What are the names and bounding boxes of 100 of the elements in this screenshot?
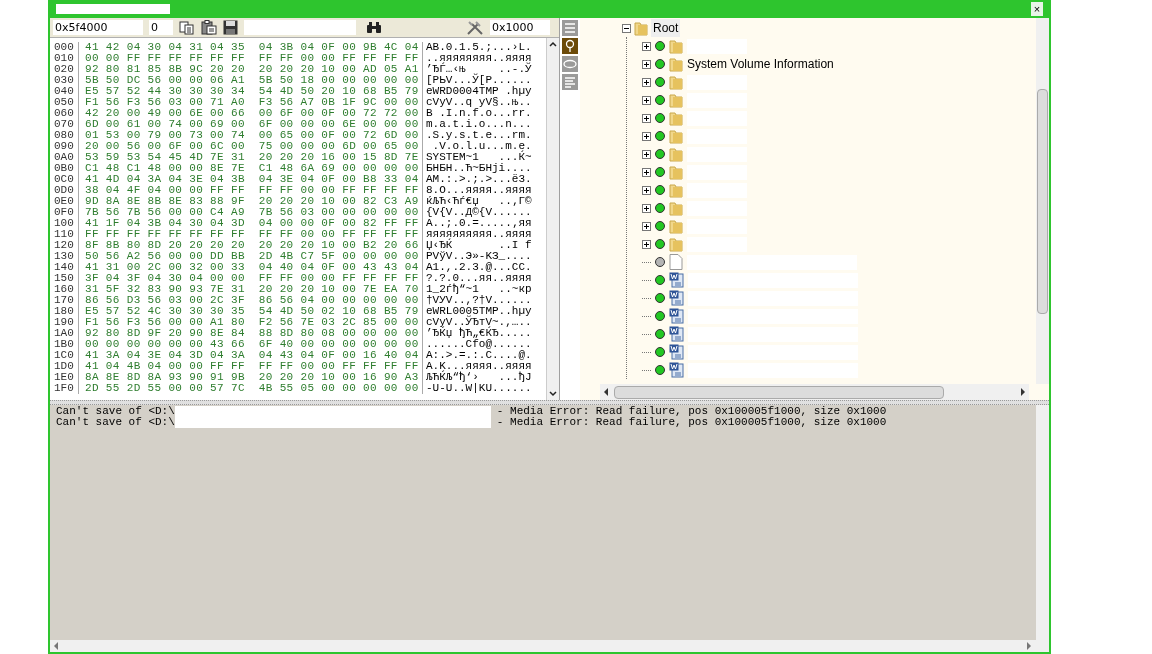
folder-icon	[669, 236, 683, 252]
expand-icon[interactable]	[642, 41, 651, 51]
row-offset: 170	[53, 295, 75, 306]
hex-bytes: 41 3A 04 3E 04 3D 04 3A 04 43 04 0F 00 16 40 04	[78, 350, 422, 361]
row-offset: 090	[53, 141, 75, 152]
vertical-scrollbar[interactable]	[1036, 18, 1049, 384]
ascii-text: ќЉЋ‹Ћѓ€џ ..‚Г©	[422, 196, 532, 207]
ascii-text: ......Cfo@......	[422, 339, 532, 350]
folder-icon	[669, 200, 683, 216]
expand-icon[interactable]	[642, 239, 651, 249]
hex-bytes: 6D 00 61 00 74 00 69 00 6F 00 00 00 6E 00 00 00	[78, 119, 422, 130]
collapse-icon[interactable]	[622, 23, 631, 33]
hex-bytes: 20 00 56 00 6F 00 6C 00 75 00 00 00 6D 00 65 00	[78, 141, 422, 152]
hex-bytes: 3F 04 3F 04 30 04 00 00 FF FF 00 00 FF FF FF FF	[78, 273, 422, 284]
ascii-text: Џ‹ЂЌ ..І f	[422, 240, 532, 251]
row-offset: 030	[53, 75, 75, 86]
row-offset: 060	[53, 108, 75, 119]
expand-icon[interactable]	[642, 185, 651, 195]
expand-icon[interactable]	[642, 59, 651, 69]
hex-bytes: F1 56 F3 56 03 00 71 A0 F3 56 A7 0B 1F 9C 00 00	[78, 97, 422, 108]
folder-icon	[634, 20, 648, 36]
hex-bytes: 01 53 00 79 00 73 00 74 00 65 00 0F 00 72 6D 00	[78, 130, 422, 141]
horizontal-scrollbar[interactable]	[600, 384, 1029, 400]
row-offset: 1F0	[53, 383, 75, 394]
expand-icon[interactable]	[642, 77, 651, 87]
tools-icon[interactable]	[466, 20, 484, 35]
row-offset: 0D0	[53, 185, 75, 196]
row-offset: 070	[53, 119, 75, 130]
expand-icon[interactable]	[642, 221, 651, 231]
folder-icon	[669, 110, 683, 126]
row-offset: 0E0	[53, 196, 75, 207]
hex-bytes: 31 5F 32 83 90 93 7E 31 20 20 20 10 00 7E EA 70	[78, 284, 422, 295]
ascii-text: A.K...яяяя..яяяя	[422, 361, 532, 372]
ascii-text: †VУV..,?†V......	[422, 295, 532, 306]
hex-bytes: 41 31 00 2C 00 32 00 33 04 40 04 0F 00 43 43 04	[78, 262, 422, 273]
value-field[interactable]: 0	[149, 20, 173, 35]
word-document-icon	[669, 326, 684, 342]
ascii-text: AM.:.>.;.>...ё3.	[422, 174, 532, 185]
hex-bytes: 92 80 8D 9F 20 90 8E 84 88 8D 80 08 00 00 00 00	[78, 328, 422, 339]
log-text: - Media Error: Read failure, pos 0x100005f1000, size 0x1000	[495, 417, 887, 428]
ascii-text: B .I.n.f.o...rr.	[422, 108, 532, 119]
vertical-scrollbar[interactable]	[546, 38, 559, 400]
row-offset: 010	[53, 53, 75, 64]
copy-icon[interactable]	[179, 20, 195, 35]
ascii-text: еWRD0004TMP .hµy	[422, 86, 532, 97]
row-offset: 020	[53, 64, 75, 75]
word-document-icon	[669, 308, 684, 324]
expand-icon[interactable]	[642, 149, 651, 159]
expand-icon[interactable]	[642, 167, 651, 177]
ascii-text: ?.?.0...яя..яяяя	[422, 273, 532, 284]
word-document-icon	[669, 344, 684, 360]
expand-icon[interactable]	[642, 131, 651, 141]
scroll-right-icon[interactable]	[1019, 387, 1027, 397]
ascii-text: 8.O...яяяя..яяяя	[422, 185, 532, 196]
row-offset: 0B0	[53, 163, 75, 174]
folder-icon	[669, 74, 683, 90]
search-field[interactable]	[244, 20, 356, 35]
expand-icon[interactable]	[642, 113, 651, 123]
row-offset: 0C0	[53, 174, 75, 185]
row-offset: 110	[53, 229, 75, 240]
tree-item[interactable]: Root	[651, 19, 681, 37]
ascii-text: A:.>.=.:.C....@.	[422, 350, 532, 361]
ascii-text: .S.y.s.t.e...rm.	[422, 130, 532, 141]
row-offset: 190	[53, 317, 75, 328]
row-offset: 120	[53, 240, 75, 251]
folder-icon	[669, 182, 683, 198]
row-offset: 0F0	[53, 207, 75, 218]
block-size-field[interactable]: 0x1000	[490, 20, 550, 35]
paste-icon[interactable]	[201, 20, 217, 35]
ascii-text: БHБH..Ћ~БHji....	[422, 163, 532, 174]
row-offset: 1D0	[53, 361, 75, 372]
binoculars-icon[interactable]	[366, 21, 382, 34]
ascii-text: 1_2ѓђ“~1 ..~кp	[422, 284, 532, 295]
scroll-left-icon[interactable]	[602, 387, 610, 397]
pin-icon[interactable]	[562, 38, 578, 54]
vertical-scrollbar[interactable]	[1036, 405, 1049, 640]
log-text: - Media Error: Read failure, pos 0x100005f1000, size 0x1000	[495, 406, 887, 417]
ascii-text: ’ЂЌџ ђЋ„€ЌЂ.....	[422, 328, 532, 339]
tree-item[interactable]: System Volume Information	[687, 55, 834, 73]
hex-bytes: FF FF FF FF FF FF FF FF FF FF 00 00 FF FF FF FF	[78, 229, 422, 240]
ascii-text: сVуV..q уV§..њ..	[422, 97, 532, 108]
scrollbar-thumb[interactable]	[614, 385, 944, 399]
ascii-text: ЉЋЌЉ“ђ‘› ...ђЈ	[422, 372, 532, 383]
word-document-icon	[669, 290, 684, 306]
ascii-text: A..;.0.=.....‚яя	[422, 218, 532, 229]
close-button[interactable]: ×	[1031, 2, 1043, 16]
offset-field[interactable]: 0x5f4000	[53, 20, 143, 35]
hex-bytes: F1 56 F3 56 00 00 A1 80 F2 56 7E 03 2C 85 00 00	[78, 317, 422, 328]
hex-bytes: 8F 8B 80 8D 20 20 20 20 20 20 20 10 00 B2 20 66	[78, 240, 422, 251]
row-offset: 1C0	[53, 350, 75, 361]
save-icon[interactable]	[223, 20, 238, 35]
hex-bytes: 00 00 FF FF FF FF FF FF FF FF 00 00 FF FF FF FF	[78, 53, 422, 64]
ascii-text: AB.0.1.5.;...›L.	[422, 42, 532, 53]
expand-icon[interactable]	[642, 95, 651, 105]
scrollbar-thumb[interactable]	[1037, 88, 1048, 314]
folder-icon	[669, 56, 683, 72]
row-offset: 100	[53, 218, 75, 229]
hex-bytes: 41 1F 04 3B 04 30 04 3D 04 00 00 0F 00 82 FF FF	[78, 218, 422, 229]
hex-bytes: 86 56 D3 56 03 00 2C 3F 86 56 04 00 00 00 00 00	[78, 295, 422, 306]
expand-icon[interactable]	[642, 203, 651, 213]
